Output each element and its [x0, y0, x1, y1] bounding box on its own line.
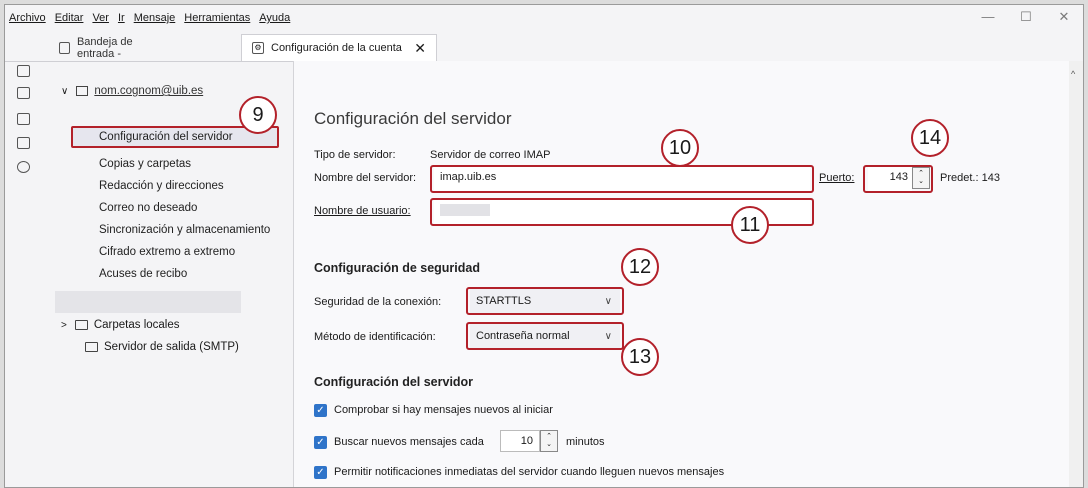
tasks-icon[interactable] [17, 137, 30, 149]
spaces-toolbar [5, 61, 43, 487]
gear-icon: ⚙ [252, 42, 264, 54]
menu-ir[interactable]: Ir [118, 12, 125, 24]
server-name-label: Nombre del servidor: [314, 172, 417, 184]
local-folders-node[interactable]: > Carpetas locales [61, 319, 180, 331]
callout-12: 12 [621, 248, 659, 286]
address-book-icon[interactable] [17, 87, 30, 99]
smtp-node[interactable]: Servidor de salida (SMTP) [85, 341, 239, 353]
account-name: nom.cognom@uib.es [94, 85, 204, 97]
check-on-start-checkbox[interactable]: ✓ [314, 404, 327, 417]
menu-mensaje[interactable]: Mensaje [134, 12, 176, 24]
server-type-label: Tipo de servidor: [314, 149, 396, 161]
server-heading: Configuración del servidor [314, 109, 512, 128]
username-label: Nombre de usuario: [314, 205, 411, 217]
chevron-down-icon[interactable]: ∨ [61, 86, 68, 97]
sidebar-item-copies-folders[interactable]: Copias y carpetas [99, 158, 191, 170]
auth-method-label: Método de identificación: [314, 331, 436, 343]
highlight-connection-security [466, 287, 624, 315]
scrollbar[interactable]: ^ [1069, 61, 1083, 487]
callout-9: 9 [239, 96, 277, 134]
window-controls: — ☐ ✕ [969, 5, 1083, 31]
connection-security-label: Seguridad de la conexión: [314, 296, 442, 308]
default-port: Predet.: 143 [940, 172, 1000, 184]
menu-archivo[interactable]: Archivo [9, 12, 46, 24]
push-notifications-checkbox[interactable]: ✓ [314, 466, 327, 479]
check-every-suffix: minutos [566, 436, 605, 448]
folder-icon [74, 320, 88, 330]
menu-editar[interactable]: Editar [55, 12, 84, 24]
server-type-value: Servidor de correo IMAP [430, 149, 551, 161]
mail-icon[interactable] [17, 65, 30, 77]
tab-account-settings-label: Configuración de la cuenta [271, 42, 402, 54]
check-every-checkbox[interactable]: ✓ [314, 436, 327, 449]
menu-ayuda[interactable]: Ayuda [259, 12, 290, 24]
callout-13: 13 [621, 338, 659, 376]
maximize-button[interactable]: ☐ [1007, 5, 1045, 31]
scroll-up-icon[interactable]: ^ [1071, 69, 1075, 79]
account-icon [76, 86, 89, 96]
chevron-right-icon[interactable]: > [61, 320, 67, 331]
close-tab-icon[interactable]: ✕ [414, 40, 426, 57]
settings-pane: Configuración del servidor Tipo de servi… [294, 61, 1069, 487]
menu-ver[interactable]: Ver [92, 12, 109, 24]
menu-herramientas[interactable]: Herramientas [184, 12, 250, 24]
tab-bar: Bandeja de entrada - ⚙ Configuración de … [5, 31, 1083, 62]
check-on-start-label: Comprobar si hay mensajes nuevos al inic… [334, 404, 553, 416]
sidebar-item-e2ee[interactable]: Cifrado extremo a extremo [99, 246, 235, 258]
callout-11: 11 [731, 206, 769, 244]
redacted-account-bar [55, 291, 241, 313]
calendar-icon[interactable] [17, 113, 30, 125]
inbox-icon [59, 41, 70, 54]
callout-10: 10 [661, 129, 699, 167]
local-folders-label: Carpetas locales [93, 319, 180, 331]
minimize-button[interactable]: — [969, 5, 1007, 31]
sidebar-item-sync[interactable]: Sincronización y almacenamiento [99, 224, 270, 236]
check-interval-input[interactable]: 10 [500, 430, 540, 452]
smtp-label: Servidor de salida (SMTP) [104, 341, 239, 353]
sidebar-item-receipts[interactable]: Acuses de recibo [99, 268, 187, 280]
chat-icon[interactable] [17, 161, 30, 173]
account-node[interactable]: ∨ nom.cognom@uib.es [61, 85, 203, 97]
push-notifications-label: Permitir notificaciones inmediatas del s… [334, 466, 725, 478]
tab-account-settings[interactable]: ⚙ Configuración de la cuenta ✕ [241, 34, 437, 61]
app-window: Archivo Editar Ver Ir Mensaje Herramient… [4, 4, 1084, 488]
security-heading: Configuración de seguridad [314, 261, 480, 275]
close-window-button[interactable]: ✕ [1045, 5, 1083, 31]
port-label: Puerto: [819, 172, 855, 184]
smtp-icon [85, 342, 98, 352]
tab-inbox-label: Bandeja de entrada - [76, 35, 133, 60]
check-every-prefix: Buscar nuevos mensajes cada [334, 436, 484, 448]
check-interval-stepper[interactable]: ⌃ ⌄ [540, 430, 558, 452]
sidebar-item-composition[interactable]: Redacción y direcciones [99, 180, 224, 192]
highlight-server-name [430, 165, 814, 193]
highlight-auth-method [466, 322, 624, 350]
highlight-port [863, 165, 933, 193]
server-options-heading: Configuración del servidor [314, 375, 474, 389]
tab-inbox[interactable]: Bandeja de entrada - [49, 34, 179, 61]
sidebar-item-junk[interactable]: Correo no deseado [99, 202, 197, 214]
callout-14: 14 [911, 119, 949, 157]
menu-bar: Archivo Editar Ver Ir Mensaje Herramient… [5, 5, 1083, 31]
